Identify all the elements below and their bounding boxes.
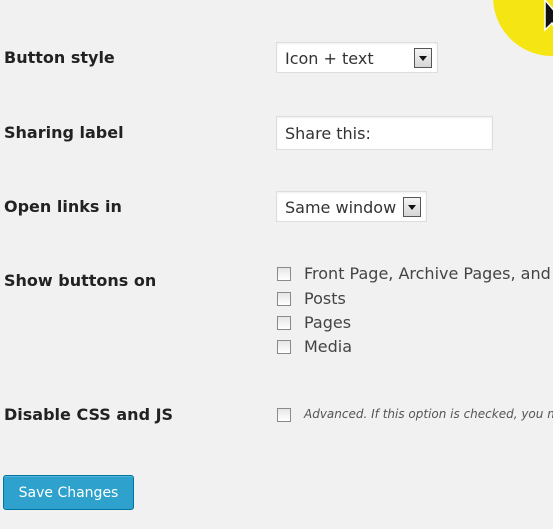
posts-checkbox[interactable] [277, 292, 291, 306]
button-style-value: Icon + text [285, 49, 374, 68]
open-links-select[interactable]: Same window [276, 191, 427, 222]
button-style-select[interactable]: Icon + text [276, 42, 438, 73]
open-links-value: Same window [285, 198, 397, 217]
show-buttons-label: Show buttons on [4, 271, 157, 290]
chevron-down-icon[interactable] [403, 197, 421, 217]
open-links-label: Open links in [4, 197, 122, 216]
sharing-label-label: Sharing label [4, 123, 124, 142]
button-style-label: Button style [4, 48, 115, 67]
chevron-down-icon[interactable] [414, 48, 432, 68]
posts-checkbox-label[interactable]: Posts [304, 289, 346, 308]
pages-checkbox[interactable] [277, 316, 291, 330]
sharing-settings-panel: Button style Icon + text Sharing label O… [0, 0, 553, 529]
front-page-checkbox[interactable] [277, 267, 291, 281]
pages-checkbox-label[interactable]: Pages [304, 313, 351, 332]
front-page-checkbox-label[interactable]: Front Page, Archive Pages, and [304, 264, 551, 283]
media-checkbox-label[interactable]: Media [304, 337, 352, 356]
disable-css-description: Advanced. If this option is checked, you… [304, 407, 553, 421]
disable-css-label: Disable CSS and JS [4, 405, 174, 424]
disable-css-checkbox[interactable] [277, 408, 291, 422]
mouse-pointer-icon [544, 0, 553, 32]
save-changes-button[interactable]: Save Changes [3, 475, 134, 510]
media-checkbox[interactable] [277, 340, 291, 354]
sharing-label-input[interactable] [276, 116, 493, 150]
